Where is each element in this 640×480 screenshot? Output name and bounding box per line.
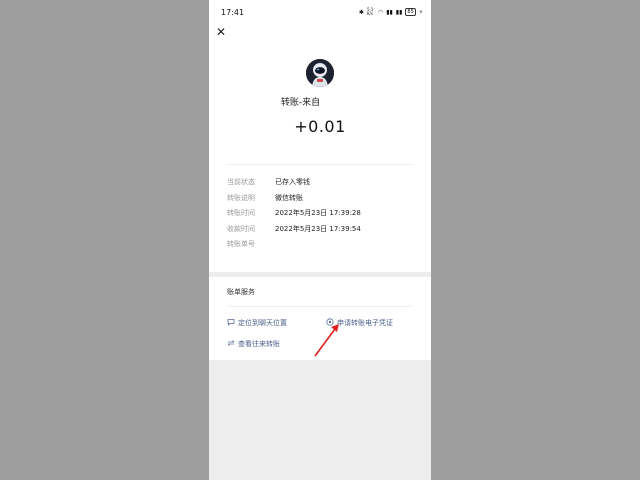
annotation-arrow xyxy=(314,324,339,357)
